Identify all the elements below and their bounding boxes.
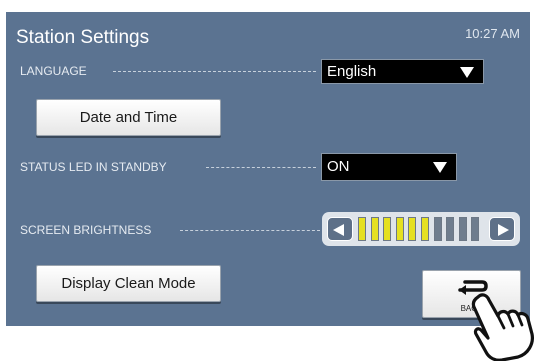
- clock: 10:27 AM: [465, 26, 520, 41]
- brightness-segment: [408, 217, 417, 241]
- page-title: Station Settings: [16, 27, 150, 48]
- pointing-hand-icon: [471, 293, 534, 361]
- brightness-decrease-button[interactable]: [327, 217, 353, 241]
- language-label: LANGUAGE: [20, 64, 87, 78]
- display-clean-mode-button[interactable]: Display Clean Mode: [36, 265, 221, 302]
- station-settings-panel: Station Settings 10:27 AM LANGUAGE Engli…: [6, 12, 530, 326]
- brightness-segment: [395, 217, 404, 241]
- brightness-segment: [458, 217, 467, 241]
- brightness-leader-line: [180, 230, 320, 231]
- brightness-control: [322, 212, 520, 246]
- dropdown-arrow-icon: [460, 67, 474, 78]
- dropdown-arrow-icon: [433, 162, 447, 173]
- status-led-select[interactable]: ON: [321, 153, 457, 181]
- status-led-label: STATUS LED IN STANDBY: [20, 160, 167, 174]
- brightness-increase-button[interactable]: [489, 217, 515, 241]
- language-value: English: [327, 63, 377, 80]
- brightness-segment: [358, 217, 366, 241]
- language-leader-line: [113, 71, 316, 72]
- brightness-label: SCREEN BRIGHTNESS: [20, 223, 152, 237]
- brightness-segment: [383, 217, 392, 241]
- brightness-segment: [433, 217, 442, 241]
- status-led-leader-line: [206, 167, 316, 168]
- status-led-value: ON: [327, 158, 350, 175]
- language-select[interactable]: English: [321, 59, 484, 84]
- date-and-time-button[interactable]: Date and Time: [36, 99, 221, 136]
- brightness-segment: [370, 217, 379, 241]
- brightness-segment: [446, 217, 455, 241]
- left-arrow-icon: [333, 224, 344, 236]
- right-arrow-icon: [498, 224, 509, 236]
- brightness-segment: [471, 217, 480, 241]
- brightness-segment: [421, 217, 429, 241]
